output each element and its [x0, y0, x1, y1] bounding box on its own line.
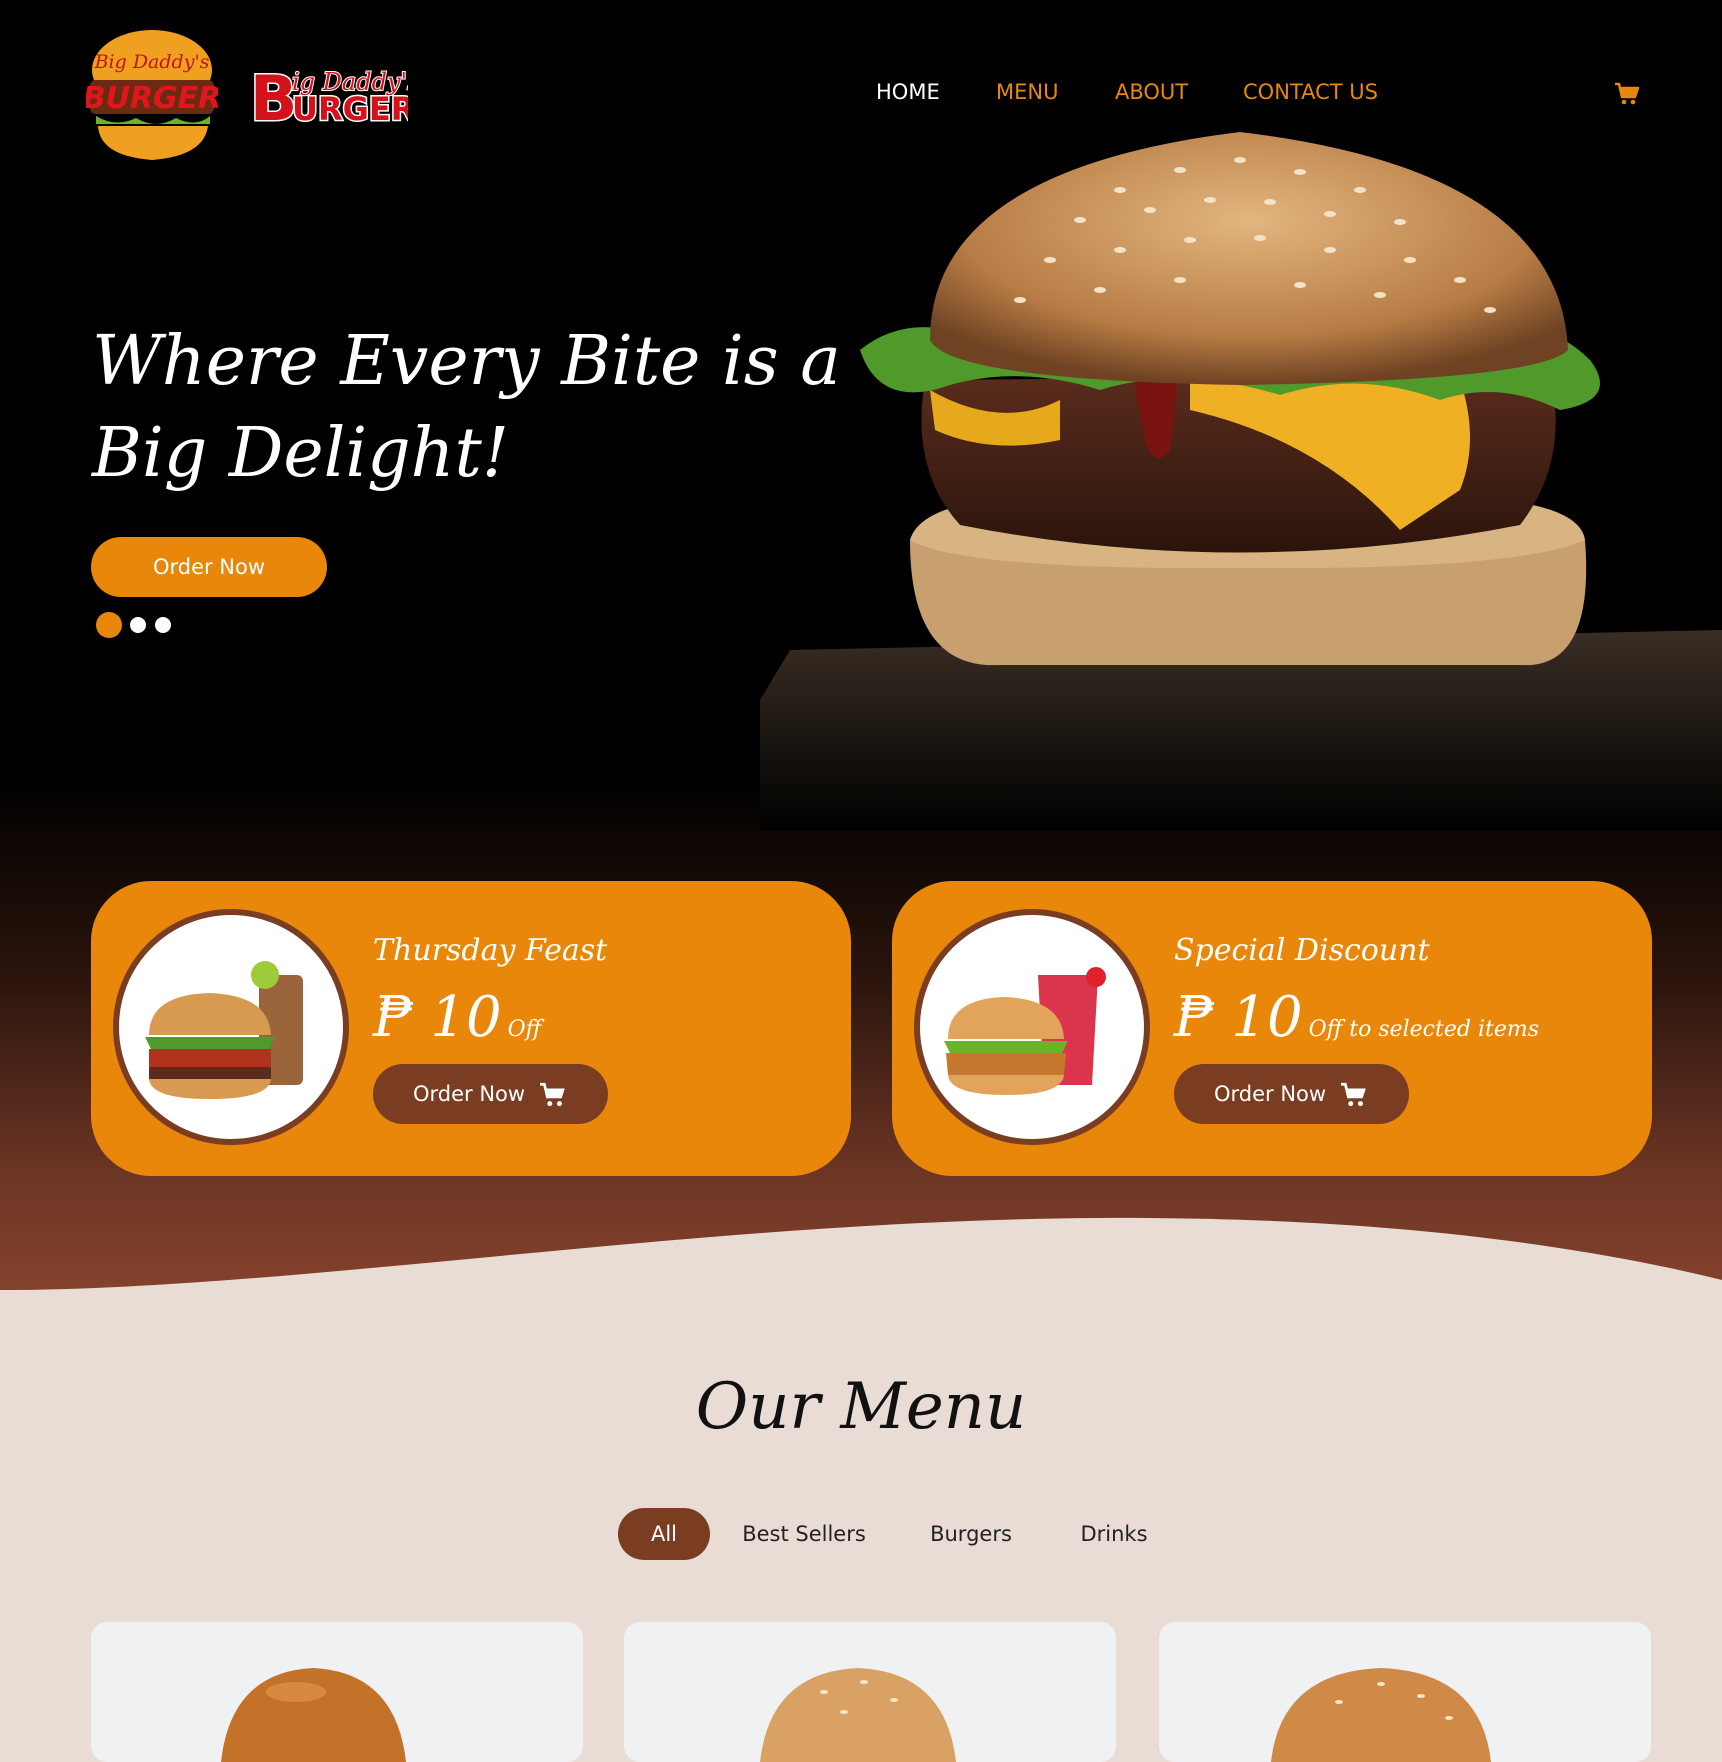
menu-section-title: Our Menu: [695, 1370, 1027, 1444]
menu-item-image: [1271, 1668, 1491, 1762]
amount-value: 10: [430, 985, 502, 1050]
nav-menu[interactable]: MENU: [996, 80, 1058, 104]
hero-burger-image: [760, 132, 1722, 830]
tab-drinks[interactable]: Drinks: [1066, 1508, 1162, 1560]
promo-image-chicken-burger-drink: [914, 909, 1150, 1145]
wordmark-b: B: [250, 62, 297, 130]
promo-amount: ₱ 10 Off to selected items: [1174, 985, 1539, 1050]
nav-home[interactable]: HOME: [876, 80, 940, 104]
badge-main-text: BURGER: [86, 81, 218, 116]
brand-logo-badge[interactable]: Big Daddy's BURGER: [86, 28, 218, 162]
promo-card-thursday-feast: Thursday Feast ₱ 10 Off Order Now: [91, 881, 851, 1176]
promo-order-now-button[interactable]: Order Now: [373, 1064, 608, 1124]
hero-title: Where Every Bite is a Big Delight!: [92, 322, 841, 493]
nav-contact[interactable]: CONTACT US: [1243, 80, 1378, 104]
promo-card-special-discount: Special Discount ₱ 10 Off to selected ite…: [892, 881, 1652, 1176]
hero-order-now-button[interactable]: Order Now: [91, 537, 327, 597]
menu-item-card[interactable]: [91, 1622, 583, 1762]
promo-title: Special Discount: [1174, 933, 1430, 968]
cart-icon: [540, 1082, 565, 1107]
badge-top-text: Big Daddy's: [94, 51, 210, 73]
cart-icon[interactable]: [1614, 82, 1640, 106]
amount-suffix: Off: [507, 1017, 542, 1042]
nav-about[interactable]: ABOUT: [1115, 80, 1188, 104]
promo-order-now-button[interactable]: Order Now: [1174, 1064, 1409, 1124]
tab-burgers[interactable]: Burgers: [916, 1508, 1026, 1560]
wave-divider: [0, 1217, 1722, 1330]
slider-dot-1[interactable]: [96, 612, 122, 638]
button-label: Order Now: [413, 1082, 526, 1106]
tab-best-sellers[interactable]: Best Sellers: [736, 1508, 872, 1560]
slider-dot-3[interactable]: [155, 617, 171, 633]
menu-item-image: [221, 1668, 406, 1762]
button-label: Order Now: [1214, 1082, 1327, 1106]
promo-title: Thursday Feast: [373, 933, 608, 968]
menu-item-card[interactable]: [624, 1622, 1116, 1762]
tab-all[interactable]: All: [618, 1508, 710, 1560]
brand-wordmark[interactable]: B ig Daddy's URGER: [248, 62, 409, 130]
menu-item-card[interactable]: [1159, 1622, 1651, 1762]
amount-suffix: Off to selected items: [1308, 1017, 1539, 1042]
currency-symbol: ₱: [373, 985, 413, 1050]
currency-symbol: ₱: [1174, 985, 1214, 1050]
promo-image-burger-drink: [113, 909, 349, 1145]
cart-icon: [1341, 1082, 1366, 1107]
slider-dot-2[interactable]: [130, 617, 146, 633]
menu-item-image: [760, 1668, 956, 1762]
amount-value: 10: [1231, 985, 1303, 1050]
promo-amount: ₱ 10 Off: [373, 985, 541, 1050]
wordmark-rest: URGER: [292, 90, 408, 128]
